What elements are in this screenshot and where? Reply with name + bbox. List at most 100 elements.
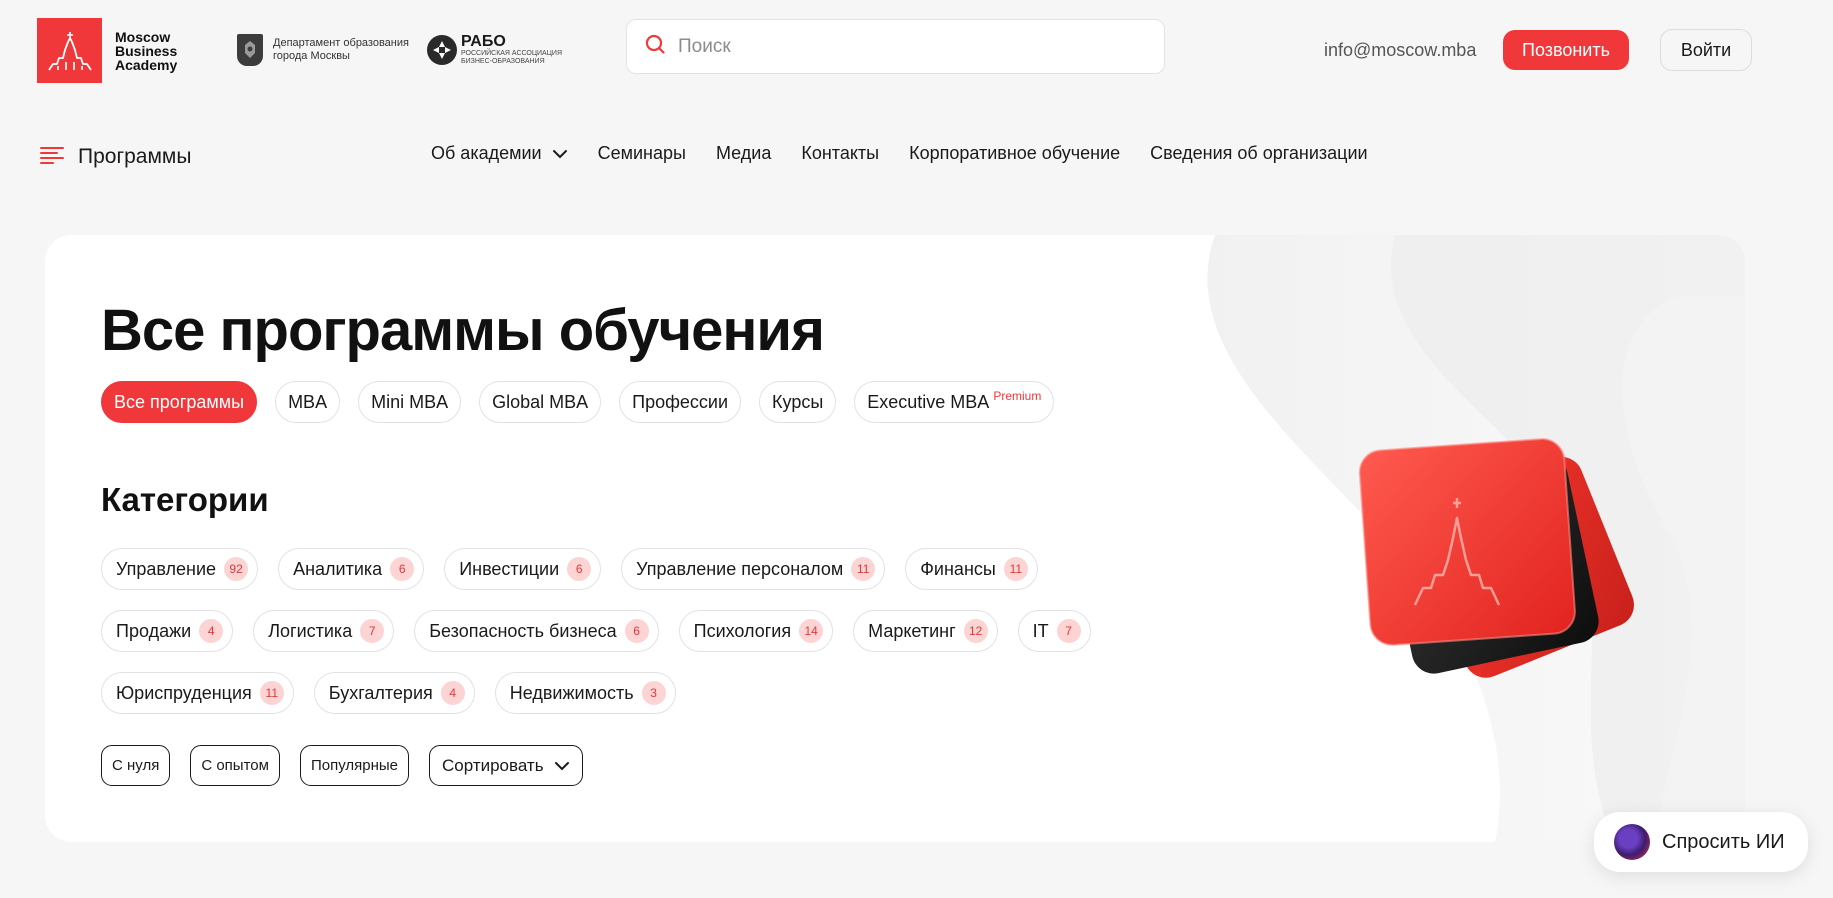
categories-heading: Категории (101, 481, 269, 518)
ask-ai-button[interactable]: Спросить ИИ (1594, 812, 1808, 872)
rabo-logo[interactable]: РАБО РОССИЙСКАЯ АССОЦИАЦИЯ БИЗНЕС-ОБРАЗО… (427, 34, 562, 66)
logo-line: Moscow (115, 28, 171, 45)
category-label: Управление персоналом (636, 558, 844, 579)
dept-line: Департамент образования (273, 37, 409, 49)
category-chip[interactable]: Инвестиции 6 (444, 548, 602, 590)
menu-lines-icon (40, 146, 64, 169)
filter-popular-button[interactable]: Популярные (299, 745, 409, 786)
category-label: IT (1032, 620, 1049, 641)
login-button[interactable]: Войти (1660, 29, 1752, 71)
rabo-sub-line: РОССИЙСКАЯ АССОЦИАЦИЯ (461, 50, 562, 57)
count-badge: 11 (851, 557, 876, 581)
chevron-down-icon (554, 761, 570, 771)
rabo-title: РАБО (461, 33, 506, 50)
tab-executive-mba[interactable]: Executive MBA Premium (854, 381, 1055, 423)
count-badge: 11 (1003, 557, 1028, 581)
category-chip[interactable]: Логистика 7 (253, 610, 395, 652)
count-badge: 7 (1056, 619, 1081, 643)
program-type-tabs: Все программы MBA Mini MBA Global MBA Пр… (101, 381, 1072, 423)
filter-from-scratch-button[interactable]: С нуля (101, 745, 171, 786)
category-chip[interactable]: Юриспруденция 11 (101, 672, 294, 714)
programs-menu-label: Программы (78, 145, 192, 168)
count-badge: 6 (567, 557, 592, 581)
category-label: Недвижимость (509, 682, 634, 703)
nav-item-about[interactable]: Об академии (431, 143, 568, 164)
nav-item-seminars[interactable]: Семинары (598, 143, 686, 164)
nav-item-label: Об академии (431, 143, 542, 163)
count-badge: 14 (799, 619, 824, 643)
category-label: Логистика (268, 620, 353, 641)
page-title: Все программы обучения (101, 298, 825, 363)
nav-item-org-info[interactable]: Сведения об организации (1150, 143, 1367, 164)
main-nav: Об академии Семинары Медиа Контакты Корп… (431, 143, 1398, 164)
category-chip[interactable]: IT 7 (1017, 610, 1091, 652)
ask-ai-label: Спросить ИИ (1662, 830, 1785, 853)
category-chip[interactable]: Безопасность бизнеса 6 (414, 610, 659, 652)
logo-kremlin-icon (37, 18, 102, 83)
ai-orb-icon (1614, 824, 1650, 860)
count-badge: 7 (360, 619, 385, 643)
tab-mini-mba[interactable]: Mini MBA (358, 381, 462, 423)
category-chip[interactable]: Продажи 4 (101, 610, 234, 652)
category-label: Юриспруденция (116, 682, 252, 703)
tab-all-programs[interactable]: Все программы (101, 381, 258, 423)
category-chip[interactable]: Управление 92 (101, 548, 259, 590)
dept-education-logo[interactable]: Департамент образования города Москвы (237, 34, 413, 66)
count-badge: 11 (259, 681, 284, 705)
tab-executive-mba-label: Executive MBA (867, 391, 990, 412)
category-chip[interactable]: Маркетинг 12 (853, 610, 998, 652)
count-badge: 4 (440, 681, 465, 705)
tab-global-mba[interactable]: Global MBA (479, 381, 602, 423)
brand-logo[interactable]: Moscow Business Academy (37, 18, 177, 83)
count-badge: 4 (199, 619, 224, 643)
category-chip[interactable]: Недвижимость 3 (494, 672, 676, 714)
category-label: Психология (693, 620, 792, 641)
count-badge: 3 (641, 681, 666, 705)
category-label: Маркетинг (868, 620, 956, 641)
logo-wordmark: Moscow Business Academy (115, 30, 177, 72)
category-chip[interactable]: Управление персоналом 11 (621, 548, 886, 590)
count-badge: 12 (963, 619, 988, 643)
category-chip[interactable]: Бухгалтерия 4 (313, 672, 475, 714)
nav-item-media[interactable]: Медиа (716, 143, 771, 164)
category-list: Управление 92 Аналитика 6 Инвестиции 6 Упра… (101, 548, 1101, 734)
sort-dropdown[interactable]: Сортировать (429, 745, 583, 786)
nav-item-corporate[interactable]: Корпоративное обучение (909, 143, 1120, 164)
count-badge: 6 (624, 619, 649, 643)
category-label: Аналитика (293, 558, 383, 579)
logo-line: Academy (115, 56, 178, 73)
rabo-aperture-icon (427, 35, 457, 65)
tab-courses[interactable]: Курсы (759, 381, 837, 423)
category-chip[interactable]: Финансы 11 (905, 548, 1038, 590)
chevron-down-icon (552, 149, 568, 159)
stacked-tiles-illustration (1358, 438, 1635, 678)
count-badge: 6 (390, 557, 415, 581)
search-icon (644, 33, 666, 60)
logo-line: Business (115, 42, 178, 59)
tab-professions[interactable]: Профессии (619, 381, 742, 423)
rabo-caption: РАБО РОССИЙСКАЯ АССОЦИАЦИЯ БИЗНЕС-ОБРАЗО… (461, 34, 562, 66)
tab-mba[interactable]: MBA (275, 381, 341, 423)
category-chip[interactable]: Психология 14 (678, 610, 834, 652)
contact-email-link[interactable]: info@moscow.mba (1324, 40, 1476, 61)
category-chip[interactable]: Аналитика 6 (278, 548, 425, 590)
filter-bar: С нуля С опытом Популярные Сортировать (101, 745, 603, 786)
category-label: Финансы (920, 558, 996, 579)
filter-experienced-button[interactable]: С опытом (190, 745, 280, 786)
category-label: Бухгалтерия (328, 682, 433, 703)
dept-caption: Департамент образования города Москвы (273, 37, 413, 63)
moscow-coat-of-arms-icon (237, 34, 263, 66)
category-label: Инвестиции (459, 558, 560, 579)
premium-badge: Premium (993, 389, 1042, 403)
dept-line: города Москвы (273, 50, 350, 62)
sort-label: Сортировать (442, 755, 544, 775)
call-button[interactable]: Позвонить (1503, 30, 1629, 70)
nav-item-contacts[interactable]: Контакты (801, 143, 879, 164)
rabo-sub-line: БИЗНЕС-ОБРАЗОВАНИЯ (461, 58, 545, 65)
category-label: Управление (116, 558, 217, 579)
programs-menu-button[interactable]: Программы (40, 145, 191, 169)
search-input[interactable] (678, 35, 1138, 58)
search-box[interactable] (626, 19, 1165, 74)
category-label: Продажи (116, 620, 192, 641)
count-badge: 92 (224, 557, 249, 581)
